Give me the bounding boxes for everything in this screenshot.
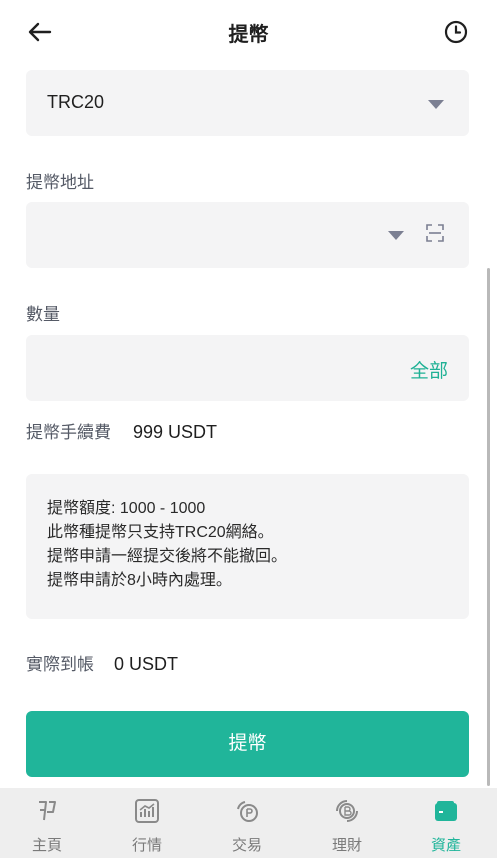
amount-label: 數量 xyxy=(26,305,60,324)
tab-label: 行情 xyxy=(131,837,162,854)
received-value: 0 USDT xyxy=(114,654,179,674)
tab-label: 理財 xyxy=(331,837,362,854)
network-value: TRC20 xyxy=(47,92,105,112)
address-label: 提幣地址 xyxy=(26,173,94,192)
top-bar: 提幣 xyxy=(0,0,497,64)
tab-label: 交易 xyxy=(231,837,262,854)
withdraw-all-button[interactable]: 全部 xyxy=(410,356,448,383)
address-input[interactable] xyxy=(26,202,469,268)
notice-line: 提幣申請一經提交後將不能撤回。 xyxy=(47,548,288,565)
tab-assets[interactable]: 資產 xyxy=(406,788,486,858)
trade-icon xyxy=(237,801,258,822)
home-icon xyxy=(39,801,56,821)
fee-label: 提幣手續費 xyxy=(26,423,111,442)
page-title: 提幣 xyxy=(228,24,269,46)
received-label: 實際到帳 xyxy=(26,655,94,674)
tab-finance[interactable]: 理財 xyxy=(307,788,387,858)
history-clock-icon[interactable] xyxy=(443,19,469,45)
network-select[interactable]: TRC20 xyxy=(26,70,469,136)
tab-label: 資產 xyxy=(430,837,461,854)
scan-icon[interactable] xyxy=(426,224,444,242)
dropdown-caret-icon xyxy=(428,100,444,109)
amount-input[interactable]: 全部 xyxy=(26,335,469,401)
tab-trade[interactable]: 交易 xyxy=(207,788,287,858)
tab-label: 主頁 xyxy=(31,837,62,854)
finance-icon xyxy=(336,800,358,822)
fee-value: 999 USDT xyxy=(133,422,218,442)
fee-row: 提幣手續費 999 USDT xyxy=(26,418,217,443)
withdraw-notice: 提幣額度: 1000 - 1000 此幣種提幣只支持TRC20網絡。 提幣申請一… xyxy=(26,474,469,619)
submit-withdraw-button[interactable]: 提幣 xyxy=(26,711,469,777)
notice-line: 提幣額度: 1000 - 1000 xyxy=(47,500,206,517)
scrollbar[interactable] xyxy=(487,268,490,786)
tab-home[interactable]: 主頁 xyxy=(7,788,87,858)
notice-line: 提幣申請於8小時內處理。 xyxy=(47,572,232,589)
received-row: 實際到帳 0 USDT xyxy=(26,650,178,675)
address-dropdown-caret-icon[interactable] xyxy=(388,231,404,240)
wallet-icon xyxy=(435,801,457,821)
notice-line: 此幣種提幣只支持TRC20網絡。 xyxy=(47,524,274,541)
bottom-tab-bar: 主頁 行情 交易 理財 資產 xyxy=(0,788,497,858)
tab-market[interactable]: 行情 xyxy=(107,788,187,858)
market-chart-icon xyxy=(135,799,159,823)
